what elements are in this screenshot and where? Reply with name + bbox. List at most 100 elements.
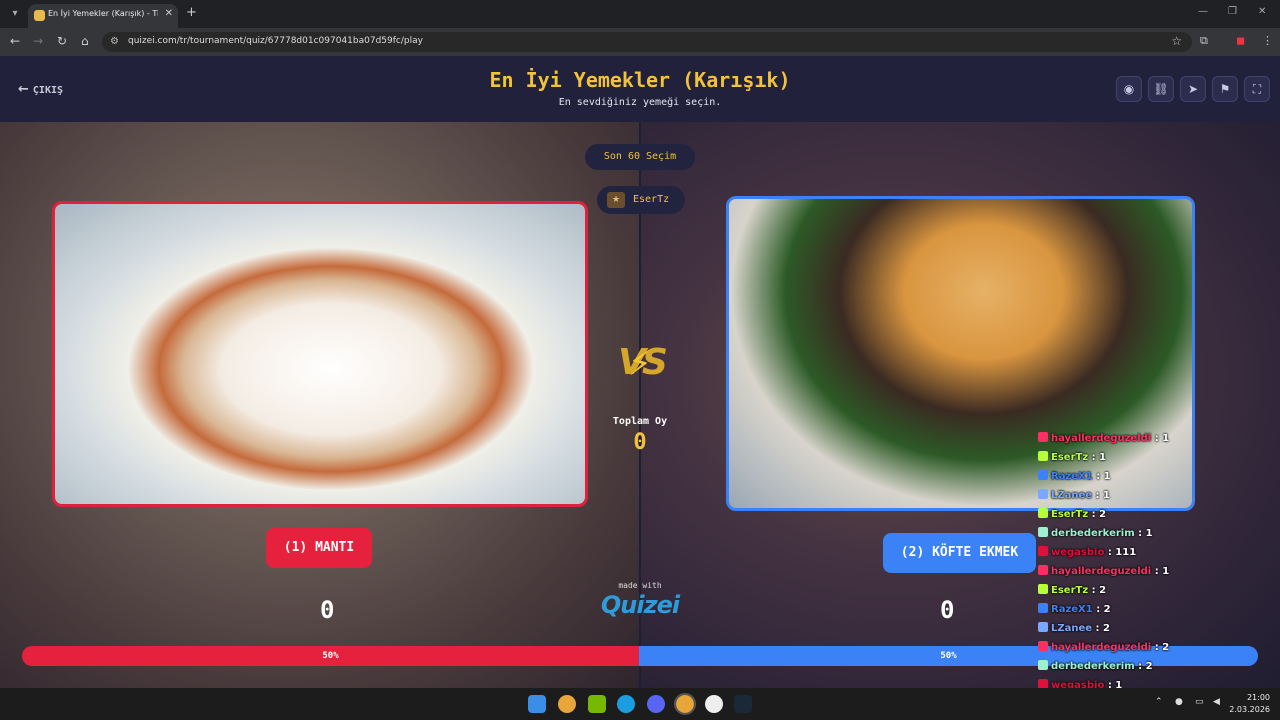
bookmark-star-icon[interactable]: ☆	[1171, 34, 1182, 48]
url-text: quizei.com/tr/tournament/quiz/67778d01c0…	[128, 36, 423, 46]
left-percent-bar: 50%	[22, 646, 639, 666]
chat-badge-icon	[1038, 546, 1048, 556]
system-clock[interactable]: 21:00 2.03.2026	[1229, 692, 1270, 716]
chat-text: : 1	[1088, 452, 1107, 463]
profile-icon[interactable]: ◼	[1236, 34, 1245, 47]
chat-username: hayallerdeguzeldi	[1051, 642, 1152, 653]
steam-icon[interactable]	[734, 695, 752, 713]
chat-overlay: hayallerdeguzeldi : 1 EserTz : 1 RazeX1 : …	[1038, 432, 1278, 688]
lightning-icon: ⚡	[628, 344, 652, 384]
left-option-image[interactable]	[52, 201, 588, 507]
extensions-icon[interactable]: ⧉	[1200, 34, 1208, 48]
chat-text: : 2	[1092, 604, 1111, 615]
chat-message: EserTz : 2	[1038, 508, 1278, 527]
total-votes-label: Toplam Oy	[612, 416, 668, 427]
total-votes-value: 0	[633, 430, 647, 455]
edge-icon[interactable]	[617, 695, 635, 713]
chat-badge-icon	[1038, 660, 1048, 670]
chat-username: derbederkerim	[1051, 661, 1135, 672]
minimize-icon[interactable]: —	[1198, 6, 1208, 17]
chat-message: hayallerdeguzeldi : 2	[1038, 641, 1278, 660]
tab-search-icon[interactable]: ▾	[6, 5, 24, 23]
chat-message: hayallerdeguzeldi : 1	[1038, 432, 1278, 451]
chat-text: : 1	[1151, 566, 1170, 577]
eye-icon[interactable]: ◉	[1116, 76, 1142, 102]
chat-username: derbederkerim	[1051, 528, 1135, 539]
chat-username: hayallerdeguzeldi	[1051, 433, 1152, 444]
chat-badge-icon	[1038, 679, 1048, 688]
windows-taskbar: ⌃ ● ▭ ◀ 21:00 2.03.2026	[0, 688, 1280, 720]
nvidia-icon[interactable]	[588, 695, 606, 713]
obs-icon[interactable]	[705, 695, 723, 713]
chat-message: wegasbio : 111	[1038, 546, 1278, 565]
quiz-subtitle: En sevdiğiniz yemeği seçin.	[558, 97, 722, 108]
chat-text: : 2	[1088, 585, 1107, 596]
choice-right-button[interactable]: (2) KÖFTE EKMEK	[883, 533, 1036, 573]
chrome-active-icon[interactable]	[674, 693, 696, 715]
chat-message: hayallerdeguzeldi : 1	[1038, 565, 1278, 584]
mic-icon[interactable]: ●	[1175, 697, 1183, 707]
quiz-header: ← ÇIKIŞ En İyi Yemekler (Karışık) En sevd…	[0, 56, 1280, 122]
chat-message: wegasbio : 1	[1038, 679, 1278, 688]
choice-left-button[interactable]: (1) MANTI	[266, 528, 372, 568]
discord-icon[interactable]	[647, 695, 665, 713]
tray-chevron-icon[interactable]: ⌃	[1155, 697, 1163, 707]
clock-date: 2.03.2026	[1229, 705, 1270, 714]
voter-badge: ★ EserTz	[597, 186, 685, 214]
chat-text: : 1	[1104, 680, 1123, 688]
restore-icon[interactable]: ❐	[1228, 6, 1237, 17]
favicon-icon	[34, 10, 45, 21]
tab-close-icon[interactable]: ✕	[165, 8, 173, 19]
chat-username: EserTz	[1051, 509, 1089, 520]
chat-text: : 2	[1134, 661, 1153, 672]
back-icon[interactable]: ←	[10, 34, 20, 48]
chat-badge-icon	[1038, 584, 1048, 594]
chat-message: RazeX1 : 1	[1038, 470, 1278, 489]
chat-text: : 111	[1104, 547, 1137, 558]
chat-message: EserTz : 2	[1038, 584, 1278, 603]
made-with-label: made with	[618, 581, 662, 590]
chat-username: LZanee	[1051, 623, 1093, 634]
browser-tab-bar: ▾ En İyi Yemekler (Karışık) - Tier L ✕ +…	[0, 0, 1280, 28]
menu-icon[interactable]: ⋮	[1262, 34, 1273, 47]
close-window-icon[interactable]: ✕	[1258, 6, 1266, 17]
chat-message: EserTz : 1	[1038, 451, 1278, 470]
quizei-logo[interactable]: Quizei	[590, 591, 690, 619]
round-label: Son 60 Seçim	[585, 144, 695, 170]
reload-icon[interactable]: ↻	[57, 34, 67, 48]
windows-start-icon[interactable]	[528, 695, 546, 713]
chat-message: RazeX1 : 2	[1038, 603, 1278, 622]
quiz-page: ← ÇIKIŞ En İyi Yemekler (Karışık) En sevd…	[0, 56, 1280, 688]
chat-text: : 1	[1092, 490, 1110, 501]
url-input[interactable]: ⚙ quizei.com/tr/tournament/quiz/67778d01…	[102, 32, 1192, 52]
chrome-icon[interactable]	[558, 695, 576, 713]
home-icon[interactable]: ⌂	[81, 34, 89, 48]
forward-icon[interactable]: →	[33, 34, 43, 48]
chat-message: LZanee : 1	[1038, 489, 1278, 508]
chat-username: RazeX1	[1051, 604, 1093, 615]
chat-text: : 1	[1151, 433, 1170, 444]
site-info-icon[interactable]: ⚙	[110, 36, 119, 47]
clock-time: 21:00	[1246, 693, 1270, 702]
address-bar: ← → ↻ ⌂ ⚙ quizei.com/tr/tournament/quiz/…	[0, 28, 1280, 56]
chat-text: : 2	[1151, 642, 1170, 653]
avatar: ★	[607, 192, 625, 208]
flag-icon[interactable]: ⚑	[1212, 76, 1238, 102]
voter-name: EserTz	[633, 194, 670, 205]
chat-message: derbederkerim : 1	[1038, 527, 1278, 546]
left-score: 0	[320, 596, 335, 624]
send-icon[interactable]: ➤	[1180, 76, 1206, 102]
browser-tab[interactable]: En İyi Yemekler (Karışık) - Tier L ✕	[28, 4, 178, 28]
chat-username: wegasbio	[1051, 680, 1105, 688]
link-icon[interactable]: ⛓	[1148, 76, 1174, 102]
tab-title: En İyi Yemekler (Karışık) - Tier L	[48, 9, 158, 18]
right-score: 0	[940, 596, 955, 624]
fullscreen-icon[interactable]: ⛶	[1244, 76, 1270, 102]
chat-text: : 2	[1088, 509, 1107, 520]
chat-badge-icon	[1038, 527, 1048, 537]
chat-username: EserTz	[1051, 452, 1089, 463]
network-icon[interactable]: ▭	[1195, 697, 1204, 707]
volume-icon[interactable]: ◀	[1213, 697, 1220, 707]
chat-text: : 2	[1092, 623, 1110, 634]
new-tab-icon[interactable]: +	[186, 5, 197, 20]
